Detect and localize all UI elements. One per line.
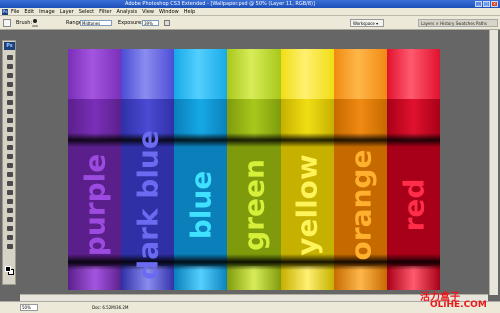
panel-tabs[interactable]: Layers × History Swatches Paths — [418, 19, 498, 27]
maximize-button[interactable]: □ — [483, 1, 490, 7]
menu-select[interactable]: Select — [79, 8, 94, 16]
menu-image[interactable]: Image — [39, 8, 55, 16]
stripe-cap — [174, 49, 228, 99]
stripe-cap — [386, 49, 440, 99]
history-brush-tool-icon[interactable] — [4, 134, 15, 143]
menu-list: File Edit Image Layer Select Filter Analysis Vi… — [11, 8, 195, 16]
stripe-bottom-shadow — [227, 254, 282, 270]
horizontal-scrollbar[interactable] — [20, 294, 488, 301]
brush-label: Brush: — [16, 20, 33, 26]
stripe-bottom-shadow — [386, 254, 440, 270]
stripe-cap — [333, 49, 388, 99]
options-bar: Brush: 200 Range: Midtones Exposure: 39%… — [0, 16, 500, 30]
type-tool-icon[interactable] — [4, 179, 15, 188]
eyedropper-tool-icon[interactable] — [4, 215, 15, 224]
exposure-label: Exposure: — [118, 20, 143, 26]
minimize-button[interactable]: _ — [475, 1, 482, 7]
document-canvas[interactable]: purple dark blue blue green yellow orange red — [68, 49, 440, 290]
photoshop-window: Adobe Photoshop CS3 Extended - [Wallpape… — [0, 0, 500, 313]
shape-tool-icon[interactable] — [4, 197, 15, 206]
stripe-bottom-shadow — [280, 254, 335, 270]
window-controls: _ □ × — [475, 1, 498, 7]
stripe-cap — [121, 49, 175, 99]
stripe-word: blue — [184, 170, 218, 240]
magic-wand-tool-icon[interactable] — [4, 80, 15, 89]
close-button[interactable]: × — [491, 1, 498, 7]
menu-edit[interactable]: Edit — [24, 8, 34, 16]
path-select-tool-icon[interactable] — [4, 188, 15, 197]
stripe-word: yellow — [290, 154, 324, 256]
brush-preview-icon[interactable] — [33, 19, 37, 23]
move-tool-icon[interactable] — [4, 53, 15, 62]
menu-view[interactable]: View — [142, 8, 154, 16]
window-title: Adobe Photoshop CS3 Extended - [Wallpape… — [125, 1, 315, 7]
stripe-word: purple — [78, 153, 112, 257]
stripe-word: red — [397, 178, 431, 232]
stripe-word: dark blue — [131, 130, 165, 280]
hand-tool-icon[interactable] — [4, 224, 15, 233]
exposure-input[interactable]: 39% — [142, 20, 159, 26]
marquee-tool-icon[interactable] — [4, 62, 15, 71]
menu-window[interactable]: Window — [159, 8, 179, 16]
stripe-cap — [227, 49, 282, 99]
brush-tool-icon[interactable] — [4, 116, 15, 125]
stripe-bottom-shadow — [68, 254, 122, 270]
color-stripe: blue — [174, 49, 228, 290]
photoshop-logo-icon: Ps — [2, 9, 8, 15]
color-stripe: orange — [333, 49, 388, 290]
stripe-word: orange — [344, 149, 378, 261]
airbrush-icon[interactable] — [164, 20, 170, 26]
stripe-shadow — [227, 133, 282, 147]
stripe-shadow — [280, 133, 335, 147]
zoom-tool-icon[interactable] — [4, 233, 15, 242]
stripe-shadow — [68, 133, 122, 147]
workspace-button[interactable]: Workspace ▾ — [350, 19, 384, 27]
foreground-color-swatch[interactable] — [5, 266, 11, 272]
eraser-tool-icon[interactable] — [4, 143, 15, 152]
gradient-tool-icon[interactable] — [4, 152, 15, 161]
stripe-bottom-shadow — [174, 254, 228, 270]
watermark-en: OLiHE.COM — [430, 300, 487, 310]
menu-bar: Ps File Edit Image Layer Select Filter Analysi… — [0, 8, 500, 16]
clone-stamp-tool-icon[interactable] — [4, 125, 15, 134]
photoshop-badge-icon: Ps — [4, 42, 15, 50]
notes-tool-icon[interactable] — [4, 206, 15, 215]
crop-tool-icon[interactable] — [4, 89, 15, 98]
status-bar: 50% Doc: 6.52M/36.2M 活力盒子 OLiHE.COM — [0, 292, 500, 313]
pen-tool-icon[interactable] — [4, 170, 15, 179]
toolbox: Ps — [2, 40, 16, 285]
dodge-tool-icon[interactable] — [4, 161, 15, 170]
zoom-field[interactable]: 50% — [20, 304, 38, 311]
stripe-cap — [68, 49, 122, 99]
dodge-tool-icon[interactable] — [3, 19, 11, 27]
stripe-word: green — [237, 159, 271, 251]
color-stripe: yellow — [280, 49, 335, 290]
vertical-scrollbar[interactable] — [489, 30, 498, 295]
range-select[interactable]: Midtones — [80, 20, 112, 26]
stripe-shadow — [174, 133, 228, 147]
menu-help[interactable]: Help — [184, 8, 195, 16]
title-bar: Adobe Photoshop CS3 Extended - [Wallpape… — [0, 0, 500, 8]
color-stripe: green — [227, 49, 282, 290]
healing-tool-icon[interactable] — [4, 107, 15, 116]
color-stripe: purple — [68, 49, 122, 290]
lasso-tool-icon[interactable] — [4, 71, 15, 80]
color-stripe: dark blue — [121, 49, 175, 290]
menu-file[interactable]: File — [11, 8, 19, 16]
stripe-shadow — [333, 133, 388, 147]
stripe-cap — [280, 49, 335, 99]
document-size: Doc: 6.52M/36.2M — [92, 305, 129, 310]
menu-layer[interactable]: Layer — [60, 8, 74, 16]
color-stripe: red — [386, 49, 440, 290]
quick-mask-tool-icon[interactable] — [4, 242, 15, 251]
slice-tool-icon[interactable] — [4, 98, 15, 107]
brush-size: 200 — [32, 24, 38, 28]
menu-filter[interactable]: Filter — [99, 8, 111, 16]
menu-analysis[interactable]: Analysis — [117, 8, 138, 16]
stripe-shadow — [386, 133, 440, 147]
tool-list — [4, 53, 15, 251]
